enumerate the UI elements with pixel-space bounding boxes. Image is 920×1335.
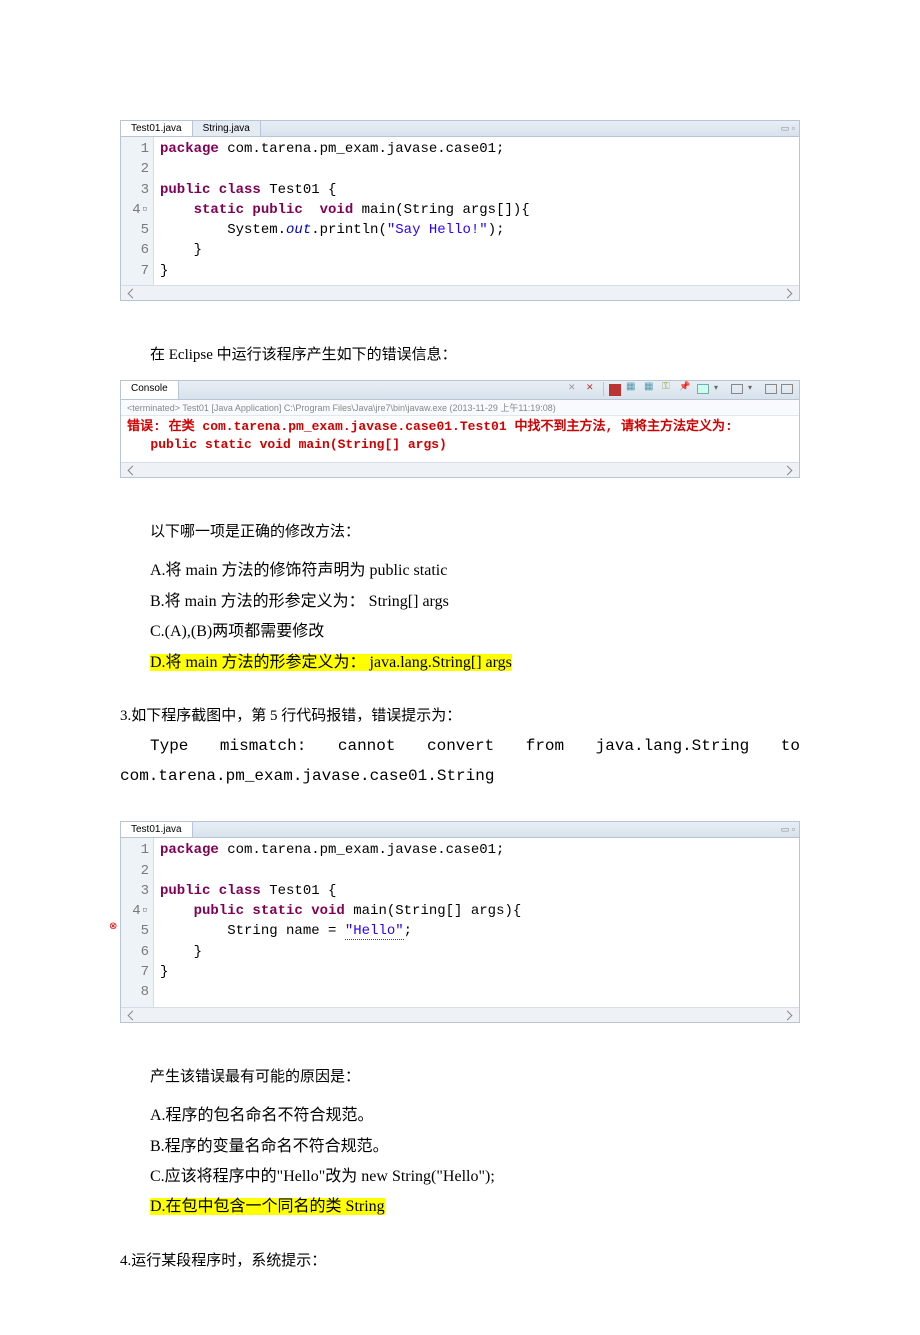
minimize-icon[interactable] [765, 384, 777, 394]
gutter-line: 1 [121, 840, 149, 860]
code-content[interactable]: package com.tarena.pm_exam.javase.case01… [154, 137, 799, 285]
q4-heading: 4.运行某段程序时，系统提示： [120, 1247, 800, 1276]
scroll-lock-icon[interactable] [660, 382, 676, 398]
gutter-line: 1 [121, 139, 149, 159]
editor-scrollbar[interactable] [121, 285, 799, 300]
q2-options: A.将 main 方法的修饰符声明为 public static B.将 mai… [150, 556, 800, 678]
gutter-line: 7 [121, 261, 149, 281]
remove-all-launches-icon[interactable] [642, 382, 658, 398]
editor-tab-bar-2: Test01.java ▭ ▫ [121, 822, 799, 838]
gutter-line: 5 [121, 220, 149, 240]
option-b: B.程序的变量名命名不符合规范。 [150, 1132, 800, 1162]
option-a: A.将 main 方法的修饰符声明为 public static [150, 556, 800, 586]
console-tab[interactable]: Console [121, 381, 179, 399]
q2-prompt: 以下哪一项是正确的修改方法： [120, 518, 800, 547]
open-console-icon[interactable] [731, 384, 743, 394]
line-gutter-2: 1 2 3 4▫ ⊗5 6 7 8 [121, 838, 154, 1006]
q3-prompt: 产生该错误最有可能的原因是： [120, 1063, 800, 1092]
clear-icon[interactable] [565, 382, 581, 398]
paragraph-eclipse-error: 在 Eclipse 中运行该程序产生如下的错误信息： [120, 341, 800, 370]
editor-tab-test01-2[interactable]: Test01.java [121, 822, 193, 837]
editor-tab-bar: Test01.java String.java ▭ ▫ [121, 121, 799, 137]
option-b: B.将 main 方法的形参定义为： String[] args [150, 587, 800, 617]
option-a: A.程序的包名命名不符合规范。 [150, 1101, 800, 1131]
pin-icon[interactable] [678, 382, 694, 398]
q3-error-line2: com.tarena.pm_exam.javase.case01.String [120, 761, 800, 791]
option-c: C.(A),(B)两项都需要修改 [150, 617, 800, 647]
editor-scrollbar-2[interactable] [121, 1007, 799, 1022]
console-scrollbar[interactable] [121, 462, 799, 477]
q3-heading: 3.如下程序截图中，第 5 行代码报错，错误提示为： [120, 702, 800, 731]
editor-tab-string[interactable]: String.java [193, 121, 261, 136]
display-dropdown-icon[interactable] [712, 382, 728, 398]
gutter-line: ⊗5 [121, 921, 149, 941]
line-gutter: 1 2 3 4▫ 5 6 7 [121, 137, 154, 285]
gutter-line: 4▫ [121, 901, 149, 921]
console-output: 错误: 在类 com.tarena.pm_exam.javase.case01.… [121, 416, 799, 462]
editor-corner-controls-2: ▭ ▫ [781, 824, 795, 835]
terminate-icon[interactable] [609, 384, 621, 396]
code-editor-1: Test01.java String.java ▭ ▫ 1 2 3 4▫ 5 6… [120, 120, 800, 301]
display-selected-icon[interactable] [697, 384, 709, 394]
gutter-line: 3 [121, 180, 149, 200]
gutter-line: 3 [121, 881, 149, 901]
q3-options: A.程序的包名命名不符合规范。 B.程序的变量名命名不符合规范。 C.应该将程序… [150, 1101, 800, 1223]
remove-all-icon[interactable] [583, 382, 599, 398]
gutter-line: 2 [121, 159, 149, 179]
option-d-highlighted: D.将 main 方法的形参定义为： java.lang.String[] ar… [150, 654, 512, 671]
gutter-line: 7 [121, 962, 149, 982]
option-c: C.应该将程序中的"Hello"改为 new String("Hello"); [150, 1162, 800, 1192]
console-launch-info: <terminated> Test01 [Java Application] C… [121, 400, 799, 416]
code-editor-2: Test01.java ▭ ▫ 1 2 3 4▫ ⊗5 6 7 8 packag… [120, 821, 800, 1022]
q3-error-line1: Type mismatch: cannot convert from java.… [120, 731, 800, 761]
gutter-line: 6 [121, 942, 149, 962]
gutter-line: 4▫ [121, 200, 149, 220]
editor-corner-controls: ▭ ▫ [781, 123, 795, 134]
gutter-line: 6 [121, 240, 149, 260]
gutter-line: 8 [121, 982, 149, 1002]
option-d-highlighted: D.在包中包含一个同名的类 String [150, 1198, 385, 1215]
gutter-line: 2 [121, 861, 149, 881]
remove-launch-icon[interactable] [624, 382, 640, 398]
console-toolbar [560, 381, 799, 399]
console-pane: Console <terminated> Test01 [Java Applic… [120, 380, 800, 478]
code-content-2[interactable]: package com.tarena.pm_exam.javase.case01… [154, 838, 799, 1006]
maximize-icon[interactable] [781, 384, 793, 394]
editor-tab-test01[interactable]: Test01.java [121, 121, 193, 136]
open-console-dropdown-icon[interactable] [746, 382, 762, 398]
